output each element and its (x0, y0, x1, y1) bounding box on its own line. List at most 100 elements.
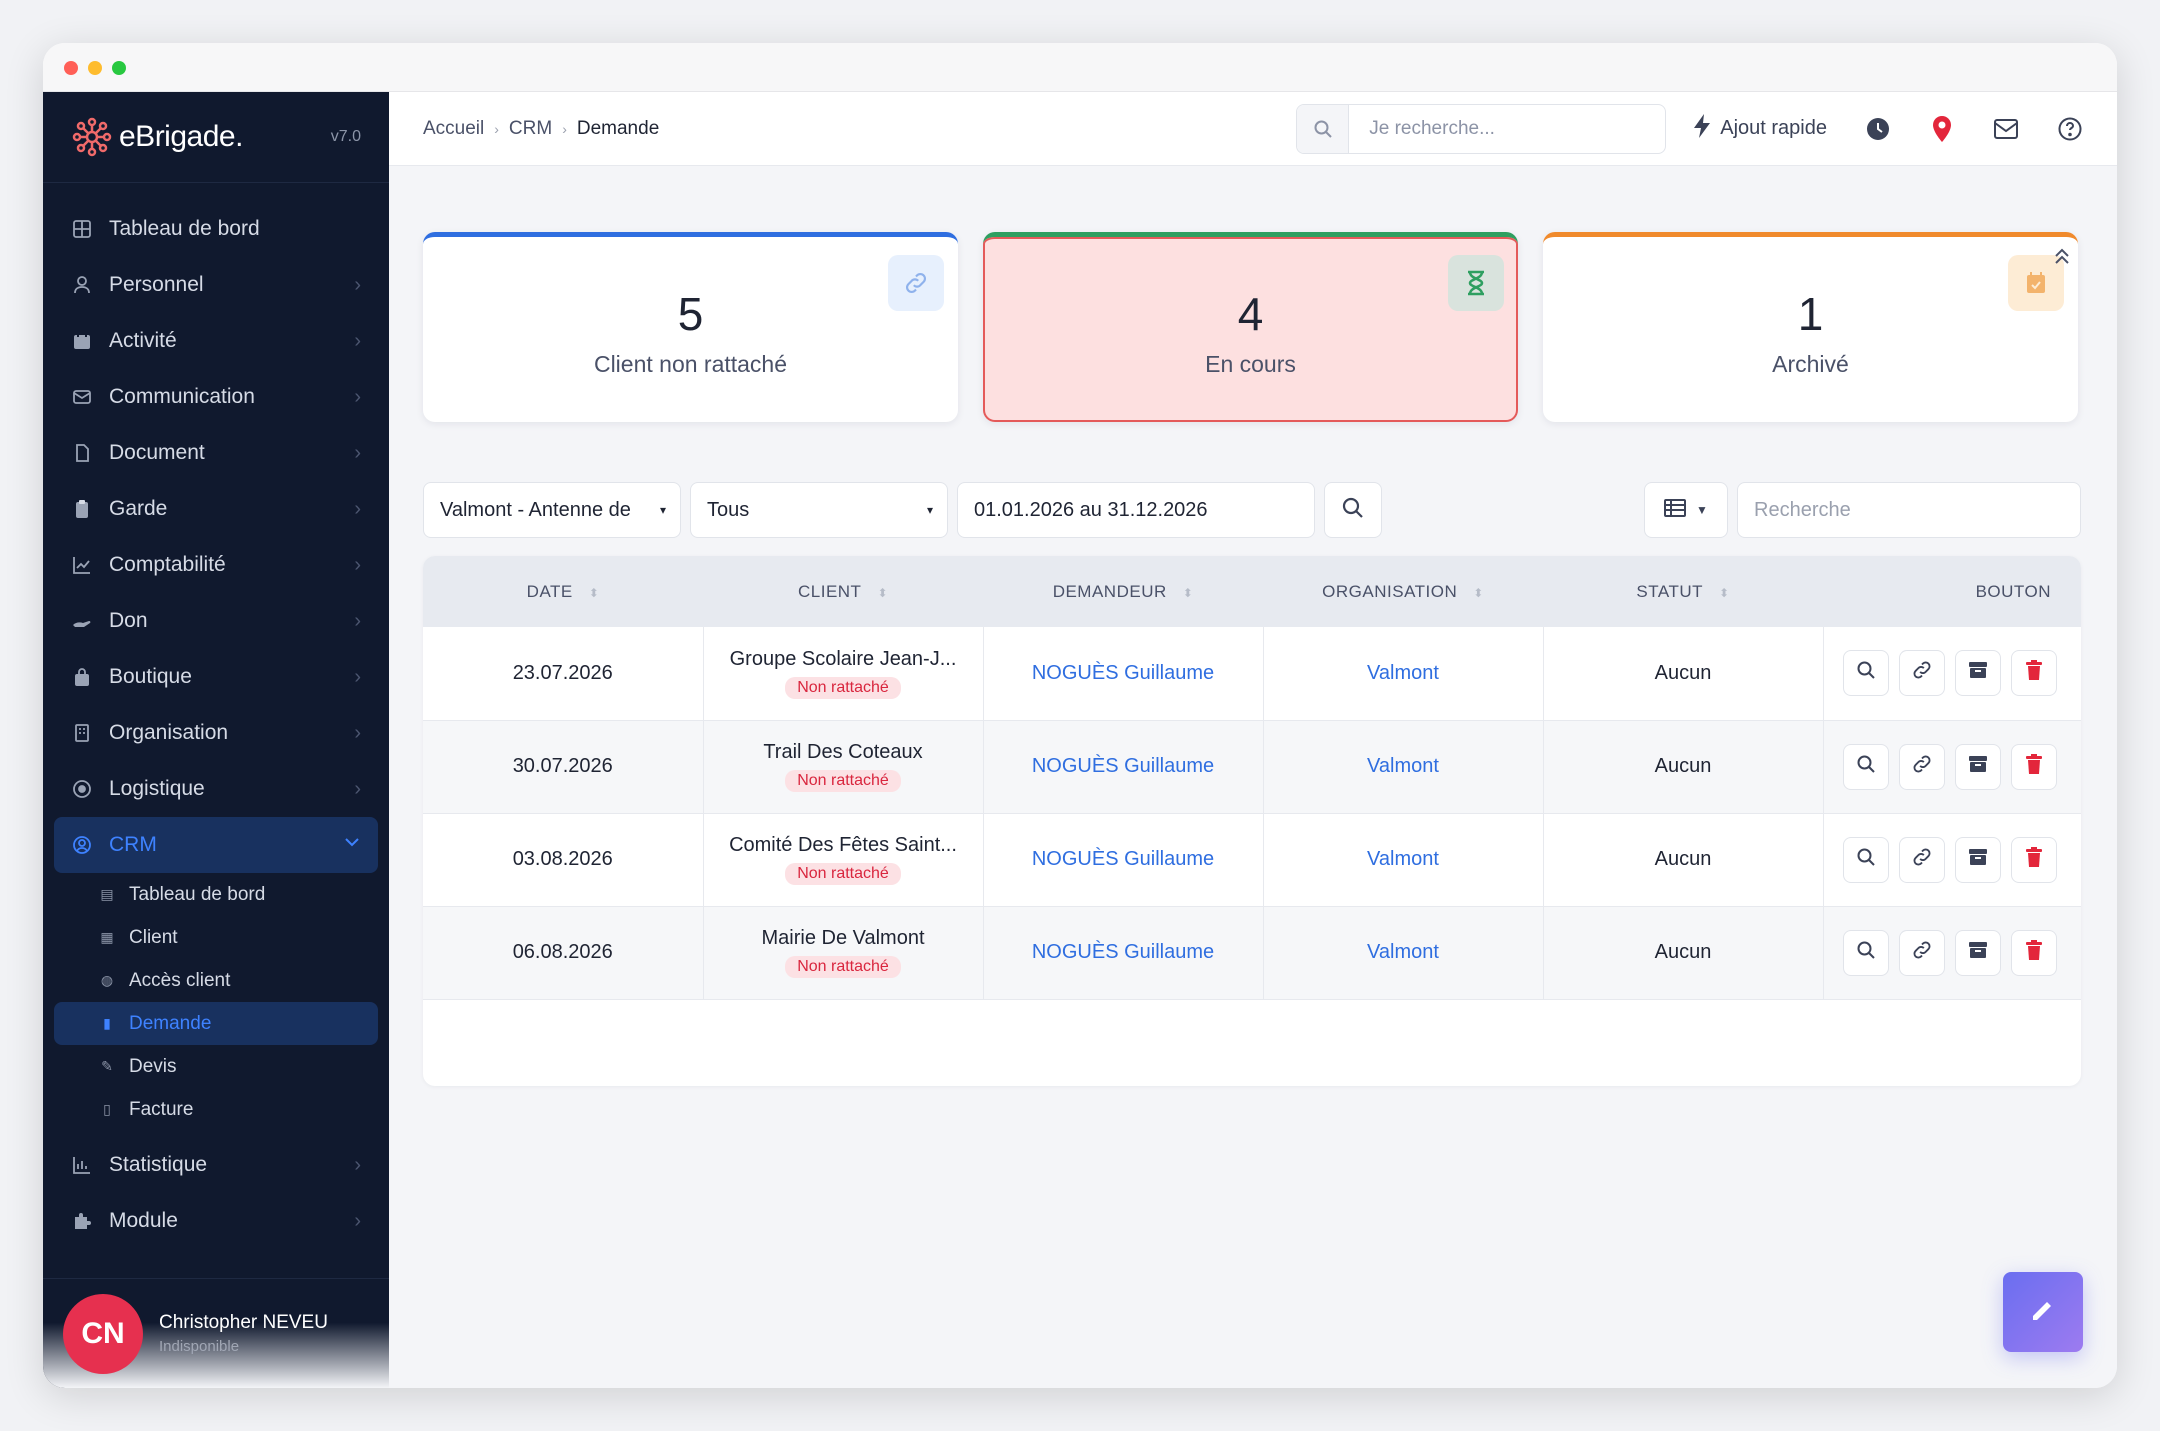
structure-select[interactable]: Valmont - Antenne de ▾ (423, 482, 681, 538)
caret-down-icon: ▾ (659, 503, 666, 517)
table-row[interactable]: 23.07.2026 Groupe Scolaire Jean-J... Non r… (423, 627, 2081, 720)
link-icon (888, 255, 944, 311)
archive-button[interactable] (1955, 650, 2001, 697)
clock-icon[interactable] (1865, 116, 1891, 142)
sidebar-subitem-label: Devis (129, 1055, 177, 1077)
client-name[interactable]: Comité Des Fêtes Saint... (704, 834, 983, 857)
client-name[interactable]: Trail Des Coteaux (704, 741, 983, 764)
view-button[interactable] (1843, 929, 1889, 976)
column-toggle-button[interactable]: ▼ (1644, 482, 1728, 538)
demandeur-link[interactable]: NOGUÈS Guillaume (1032, 662, 1214, 684)
global-search[interactable]: Je recherche... (1296, 103, 1667, 154)
column-header-statut[interactable]: STATUT ⬍ (1543, 556, 1823, 627)
sidebar-item-document[interactable]: Document › (43, 425, 389, 481)
date-range-input[interactable]: 01.01.2026 au 31.12.2026 (957, 482, 1315, 538)
sidebar-subitem-label: Accès client (129, 969, 231, 991)
sidebar-item-don[interactable]: Don › (43, 593, 389, 649)
archive-button[interactable] (1955, 836, 2001, 883)
chevron-right-icon: › (354, 553, 361, 576)
sidebar-item-personnel[interactable]: Personnel › (43, 257, 389, 313)
organisation-link[interactable]: Valmont (1367, 662, 1439, 684)
sidebar-item-statistique[interactable]: Statistique › (43, 1137, 389, 1193)
sidebar-item-boutique[interactable]: Boutique › (43, 649, 389, 705)
breadcrumb-accueil[interactable]: Accueil (423, 118, 484, 140)
table-row[interactable]: 30.07.2026 Trail Des Coteaux Non rattaché N… (423, 720, 2081, 813)
avatar[interactable]: CN (63, 1293, 143, 1374)
archive-button[interactable] (1955, 743, 2001, 790)
sidebar-item-comptabilite[interactable]: Comptabilité › (43, 537, 389, 593)
sidebar-subitem-tableau-de-bord[interactable]: ▤ Tableau de bord (43, 873, 389, 916)
sidebar-item-garde[interactable]: Garde › (43, 481, 389, 537)
demandeur-link[interactable]: NOGUÈS Guillaume (1032, 755, 1214, 777)
globe-icon: ◍ (100, 972, 114, 988)
invoice-icon: ▯ (103, 1101, 111, 1117)
breadcrumb-crm[interactable]: CRM (509, 118, 552, 140)
card-client-non-rattache[interactable]: 5 Client non rattaché (423, 232, 958, 422)
sidebar-subitem-client[interactable]: ▦ Client (43, 916, 389, 959)
user-panel[interactable]: CN Christopher NEVEU Indisponible (43, 1278, 389, 1388)
sidebar-subitem-demande[interactable]: ▮ Demande (54, 1002, 378, 1045)
close-window-button[interactable] (64, 61, 78, 75)
delete-button[interactable] (2011, 836, 2057, 883)
organisation-link[interactable]: Valmont (1367, 755, 1439, 777)
sidebar-item-label: Document (109, 441, 205, 464)
quick-add-button[interactable]: Ajout rapide (1692, 113, 1827, 144)
brand[interactable]: eBrigade. v7.0 (43, 92, 389, 183)
column-header-client[interactable]: CLIENT ⬍ (703, 556, 983, 627)
collapse-icon[interactable] (2054, 247, 2070, 270)
column-header-organisation[interactable]: ORGANISATION ⬍ (1263, 556, 1543, 627)
column-header-date[interactable]: DATE ⬍ (423, 556, 703, 627)
table-row[interactable]: 03.08.2026 Comité Des Fêtes Saint... Non r… (423, 813, 2081, 906)
map-pin-icon[interactable] (1929, 115, 1955, 142)
filters-bar: Valmont - Antenne de ▾ Tous ▾ 01.01.2026… (423, 482, 2081, 538)
delete-button[interactable] (2011, 650, 2057, 697)
sidebar-item-organisation[interactable]: Organisation › (43, 705, 389, 761)
cell-organisation: Valmont (1263, 813, 1544, 906)
sidebar-item-crm[interactable]: CRM (54, 817, 378, 873)
archive-button[interactable] (1955, 929, 2001, 976)
column-header-demandeur[interactable]: DEMANDEUR ⬍ (983, 556, 1263, 627)
demandeur-link[interactable]: NOGUÈS Guillaume (1032, 941, 1214, 963)
mail-icon[interactable] (1993, 116, 2019, 142)
link-button[interactable] (1899, 743, 1945, 790)
date-value: 06.08.2026 (512, 941, 613, 963)
global-search-input[interactable]: Je recherche... (1349, 118, 1495, 140)
organisation-link[interactable]: Valmont (1367, 941, 1439, 963)
view-button[interactable] (1843, 650, 1889, 697)
title-bar (43, 43, 2117, 92)
trash-icon (2025, 660, 2043, 686)
status-select[interactable]: Tous ▾ (690, 482, 948, 538)
client-name[interactable]: Groupe Scolaire Jean-J... (704, 648, 983, 671)
sidebar-item-tableau-de-bord[interactable]: Tableau de bord (43, 201, 389, 257)
minimize-window-button[interactable] (88, 61, 102, 75)
card-en-cours[interactable]: 4 En cours (983, 232, 1518, 422)
edit-fab-button[interactable] (2003, 1272, 2083, 1352)
delete-button[interactable] (2011, 929, 2057, 976)
sidebar-item-activite[interactable]: Activité › (43, 313, 389, 369)
table-search-input[interactable]: Recherche (1737, 482, 2081, 538)
card-archive[interactable]: 1 Archivé (1543, 232, 2078, 422)
sidebar-item-communication[interactable]: Communication › (43, 369, 389, 425)
sidebar-item-logistique[interactable]: Logistique › (43, 761, 389, 817)
cell-date: 23.07.2026 (423, 627, 704, 720)
help-icon[interactable] (2057, 116, 2083, 142)
calendar-icon (71, 330, 93, 352)
link-button[interactable] (1899, 650, 1945, 697)
filter-search-button[interactable] (1324, 482, 1382, 538)
organisation-link[interactable]: Valmont (1367, 848, 1439, 870)
sidebar-item-label: Organisation (109, 721, 229, 744)
sidebar-subitem-facture[interactable]: ▯ Facture (43, 1088, 389, 1131)
demandeur-link[interactable]: NOGUÈS Guillaume (1032, 848, 1214, 870)
view-button[interactable] (1843, 743, 1889, 790)
link-button[interactable] (1899, 929, 1945, 976)
table-row[interactable]: 06.08.2026 Mairie De Valmont Non rattaché N… (423, 906, 2081, 999)
delete-button[interactable] (2011, 743, 2057, 790)
sidebar-subitem-acces-client[interactable]: ◍ Accès client (43, 959, 389, 1002)
sidebar-item-module[interactable]: Module › (43, 1193, 389, 1249)
search-icon[interactable] (1297, 104, 1350, 153)
view-button[interactable] (1843, 836, 1889, 883)
link-button[interactable] (1899, 836, 1945, 883)
sidebar-subitem-devis[interactable]: ✎ Devis (43, 1045, 389, 1088)
client-name[interactable]: Mairie De Valmont (704, 927, 983, 950)
maximize-window-button[interactable] (112, 61, 126, 75)
